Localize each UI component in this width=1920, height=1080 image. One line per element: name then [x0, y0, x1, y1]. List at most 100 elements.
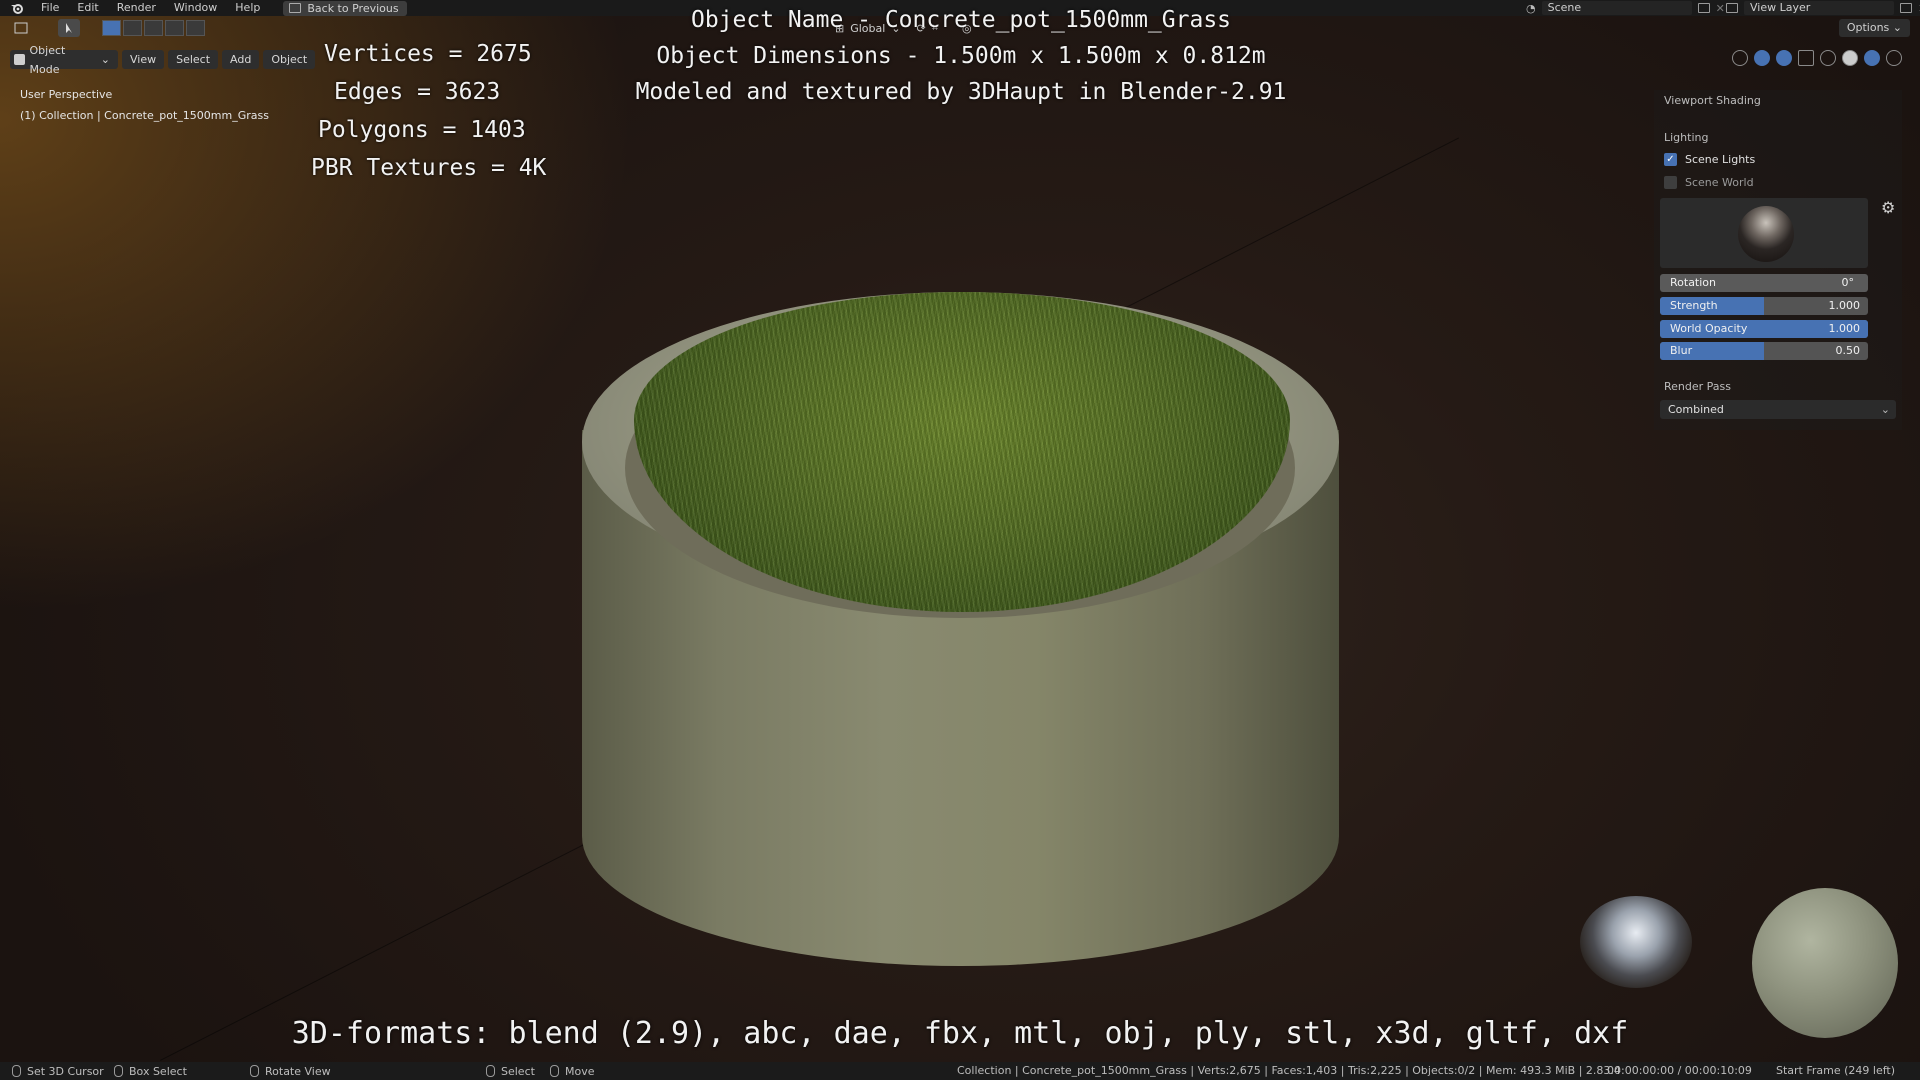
menu-window[interactable]: Window	[165, 0, 226, 16]
mouse-right-icon	[486, 1065, 495, 1077]
selection-mode-group[interactable]	[102, 20, 205, 36]
world-opacity-label: World Opacity	[1670, 322, 1748, 335]
strength-value: 1.000	[1828, 299, 1861, 312]
viewport-info: User Perspective (1) Collection | Concre…	[20, 84, 269, 126]
viewport-shading-title: Viewport Shading	[1664, 94, 1761, 107]
hdri-preview-sphere	[1580, 896, 1692, 988]
start-frame: Start Frame (249 left)	[1776, 1064, 1896, 1077]
new-scene-icon[interactable]	[1697, 3, 1710, 13]
menu-render[interactable]: Render	[108, 0, 165, 16]
world-opacity-slider[interactable]: World Opacity 1.000	[1660, 320, 1868, 338]
render-pass-value: Combined	[1668, 403, 1724, 416]
object-dimensions-title: Object Dimensions - 1.500m x 1.500m x 0.…	[656, 43, 1266, 69]
hdri-thumbnail	[1738, 206, 1794, 262]
scene-selector[interactable]: ◔ Scene ✕	[1526, 0, 1725, 16]
object-menu[interactable]: Object	[263, 50, 316, 69]
material-preview-shading-icon[interactable]	[1864, 50, 1880, 66]
object-mode-dropdown[interactable]: Object Mode ⌄	[10, 44, 118, 76]
rotate-view-label: Rotate View	[265, 1064, 331, 1078]
object-name-title: Object Name - Concrete_pot_1500mm_Grass	[690, 7, 1232, 33]
gizmo-icon[interactable]	[1754, 50, 1770, 66]
xray-icon[interactable]	[1798, 50, 1814, 66]
pbr-textures-stat: PBR Textures = 4K	[311, 155, 547, 181]
set-cursor-label: Set 3D Cursor	[27, 1064, 104, 1078]
polygons-stat: Polygons = 1403	[318, 117, 526, 143]
scene-world-toggle[interactable]: Scene World	[1664, 176, 1754, 189]
select-tool-icon[interactable]	[58, 19, 80, 37]
scene-icon: ◔	[1526, 1, 1536, 15]
rotation-slider[interactable]: Rotation 0°	[1660, 274, 1868, 292]
viewport-grid-line	[1120, 137, 1460, 311]
checkbox-checked-icon[interactable]: ✓	[1664, 153, 1677, 166]
chevron-down-icon: ⌄	[1880, 403, 1890, 416]
blender-logo-icon[interactable]	[8, 1, 26, 15]
new-view-layer-icon[interactable]	[1900, 3, 1912, 13]
blur-value: 0.50	[1835, 344, 1861, 357]
view-menu[interactable]: View	[122, 50, 165, 69]
scene-lights-label: Scene Lights	[1685, 153, 1756, 166]
scene-field[interactable]: Scene	[1541, 1, 1692, 15]
world-opacity-value: 1.000	[1828, 322, 1861, 335]
chevron-down-icon: ⌄	[100, 53, 110, 66]
menu-edit[interactable]: Edit	[68, 0, 107, 16]
mouse-right-drag-icon	[550, 1065, 559, 1077]
object-mode-label: Object Mode	[29, 43, 66, 76]
rotation-label: Rotation	[1670, 276, 1717, 289]
view-layer-icon	[1726, 3, 1738, 13]
gear-icon[interactable]: ⚙	[1881, 198, 1895, 217]
blur-slider[interactable]: Blur 0.50	[1660, 342, 1868, 360]
wireframe-shading-icon[interactable]	[1820, 50, 1836, 66]
viewport-header: Object Mode ⌄ View Select Add Object	[10, 44, 316, 76]
scene-statistics: Collection | Concrete_pot_1500mm_Grass |…	[957, 1064, 1621, 1077]
visibility-icon[interactable]	[1732, 50, 1748, 66]
status-rotate-view: Rotate View	[250, 1062, 331, 1080]
menu-file[interactable]: File	[32, 0, 68, 16]
status-select: Select	[486, 1062, 535, 1080]
box-select-label: Box Select	[129, 1064, 187, 1078]
select-subtract-icon[interactable]	[144, 20, 163, 36]
status-box-select: Box Select	[114, 1062, 187, 1080]
move-label: Move	[565, 1064, 595, 1078]
options-label: Options	[1846, 21, 1890, 34]
solid-shading-icon[interactable]	[1842, 50, 1858, 66]
select-invert-icon[interactable]	[165, 20, 184, 36]
add-menu[interactable]: Add	[222, 50, 260, 69]
view-layer-selector[interactable]: View Layer ✕	[1726, 0, 1920, 16]
object-mode-icon	[14, 54, 25, 65]
lighting-label: Lighting	[1664, 131, 1709, 144]
editor-type-icon[interactable]	[10, 19, 32, 37]
select-extend-icon[interactable]	[123, 20, 142, 36]
select-menu[interactable]: Select	[168, 50, 219, 69]
render-pass-dropdown[interactable]: Combined ⌄	[1660, 400, 1896, 419]
modeled-by-title: Modeled and textured by 3DHaupt in Blend…	[635, 79, 1287, 105]
mouse-left-icon	[12, 1065, 21, 1077]
back-to-previous-button[interactable]: Back to Previous	[283, 0, 407, 16]
mouse-middle-icon	[250, 1065, 259, 1077]
checkbox-unchecked-icon[interactable]	[1664, 176, 1677, 189]
strength-slider[interactable]: Strength 1.000	[1660, 297, 1868, 315]
fullscreen-icon	[289, 3, 302, 13]
status-bar: Set 3D Cursor Box Select Rotate View Sel…	[0, 1062, 1920, 1080]
overlays-icon[interactable]	[1776, 50, 1792, 66]
hdri-selector[interactable]	[1660, 198, 1868, 268]
menu-help[interactable]: Help	[226, 0, 269, 16]
status-move: Move	[550, 1062, 595, 1080]
scene-lights-toggle[interactable]: ✓ Scene Lights	[1664, 153, 1755, 166]
status-set-cursor: Set 3D Cursor	[12, 1062, 104, 1080]
mouse-drag-icon	[114, 1065, 123, 1077]
formats-caption: 3D-formats: blend (2.9), abc, dae, fbx, …	[291, 1016, 1629, 1051]
select-new-icon[interactable]	[102, 20, 121, 36]
options-dropdown[interactable]: Options ⌄	[1838, 19, 1910, 37]
strength-label: Strength	[1670, 299, 1718, 312]
rendered-shading-icon[interactable]	[1886, 50, 1902, 66]
close-scene-icon[interactable]: ✕	[1716, 2, 1725, 15]
render-pass-label: Render Pass	[1664, 380, 1731, 393]
viewport-shading-toggles	[1732, 50, 1902, 66]
select-intersect-icon[interactable]	[186, 20, 205, 36]
select-label: Select	[501, 1064, 535, 1078]
scene-world-label: Scene World	[1685, 176, 1754, 189]
perspective-label: User Perspective	[20, 88, 113, 101]
blur-label: Blur	[1670, 344, 1693, 357]
rotation-value: 0°	[1841, 276, 1855, 289]
view-layer-field[interactable]: View Layer	[1744, 1, 1894, 15]
